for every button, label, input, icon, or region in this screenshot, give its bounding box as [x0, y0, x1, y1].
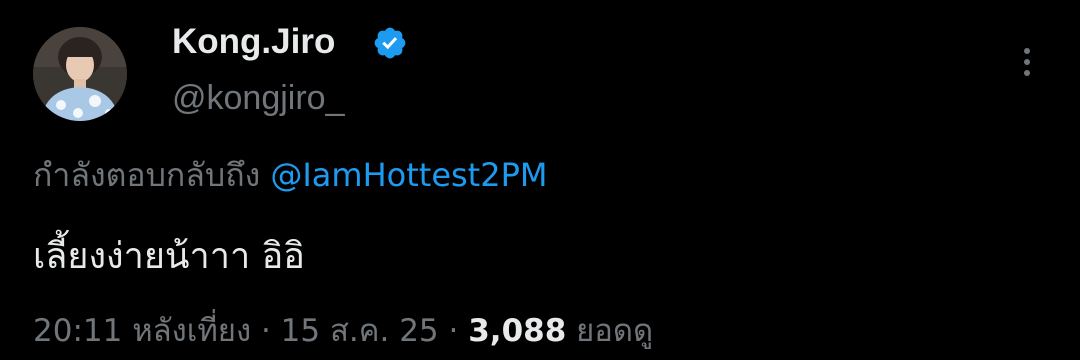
tweet-time[interactable]: 20:11 หลังเที่ยง	[33, 313, 251, 349]
more-dot	[1024, 70, 1030, 76]
reply-prefix: กำลังตอบกลับถึง	[33, 156, 261, 194]
display-name[interactable]: Kong.Jiro	[172, 20, 335, 64]
tweet-date[interactable]: 15 ส.ค. 25	[281, 313, 439, 349]
user-handle[interactable]: @kongjiro_	[172, 76, 345, 120]
more-dot	[1024, 59, 1030, 65]
tweet-meta: 20:11 หลังเที่ยง · 15 ส.ค. 25 · 3,088 ยอ…	[33, 308, 653, 354]
meta-separator: ·	[448, 313, 459, 349]
tweet-text: เลี้ยงง่ายน้าาา อิอิ	[33, 236, 305, 277]
meta-separator: ·	[260, 313, 271, 349]
reply-mention-link[interactable]: @IamHottest2PM	[270, 156, 547, 194]
avatar-image	[33, 27, 127, 121]
replying-to: กำลังตอบกลับถึง @IamHottest2PM	[33, 152, 547, 198]
more-dot	[1024, 48, 1030, 54]
verified-badge-icon	[374, 27, 406, 59]
avatar[interactable]	[33, 27, 127, 121]
views-count: 3,088	[468, 313, 567, 349]
more-options-icon[interactable]	[1010, 38, 1044, 86]
views-label: ยอดดู	[576, 313, 654, 349]
